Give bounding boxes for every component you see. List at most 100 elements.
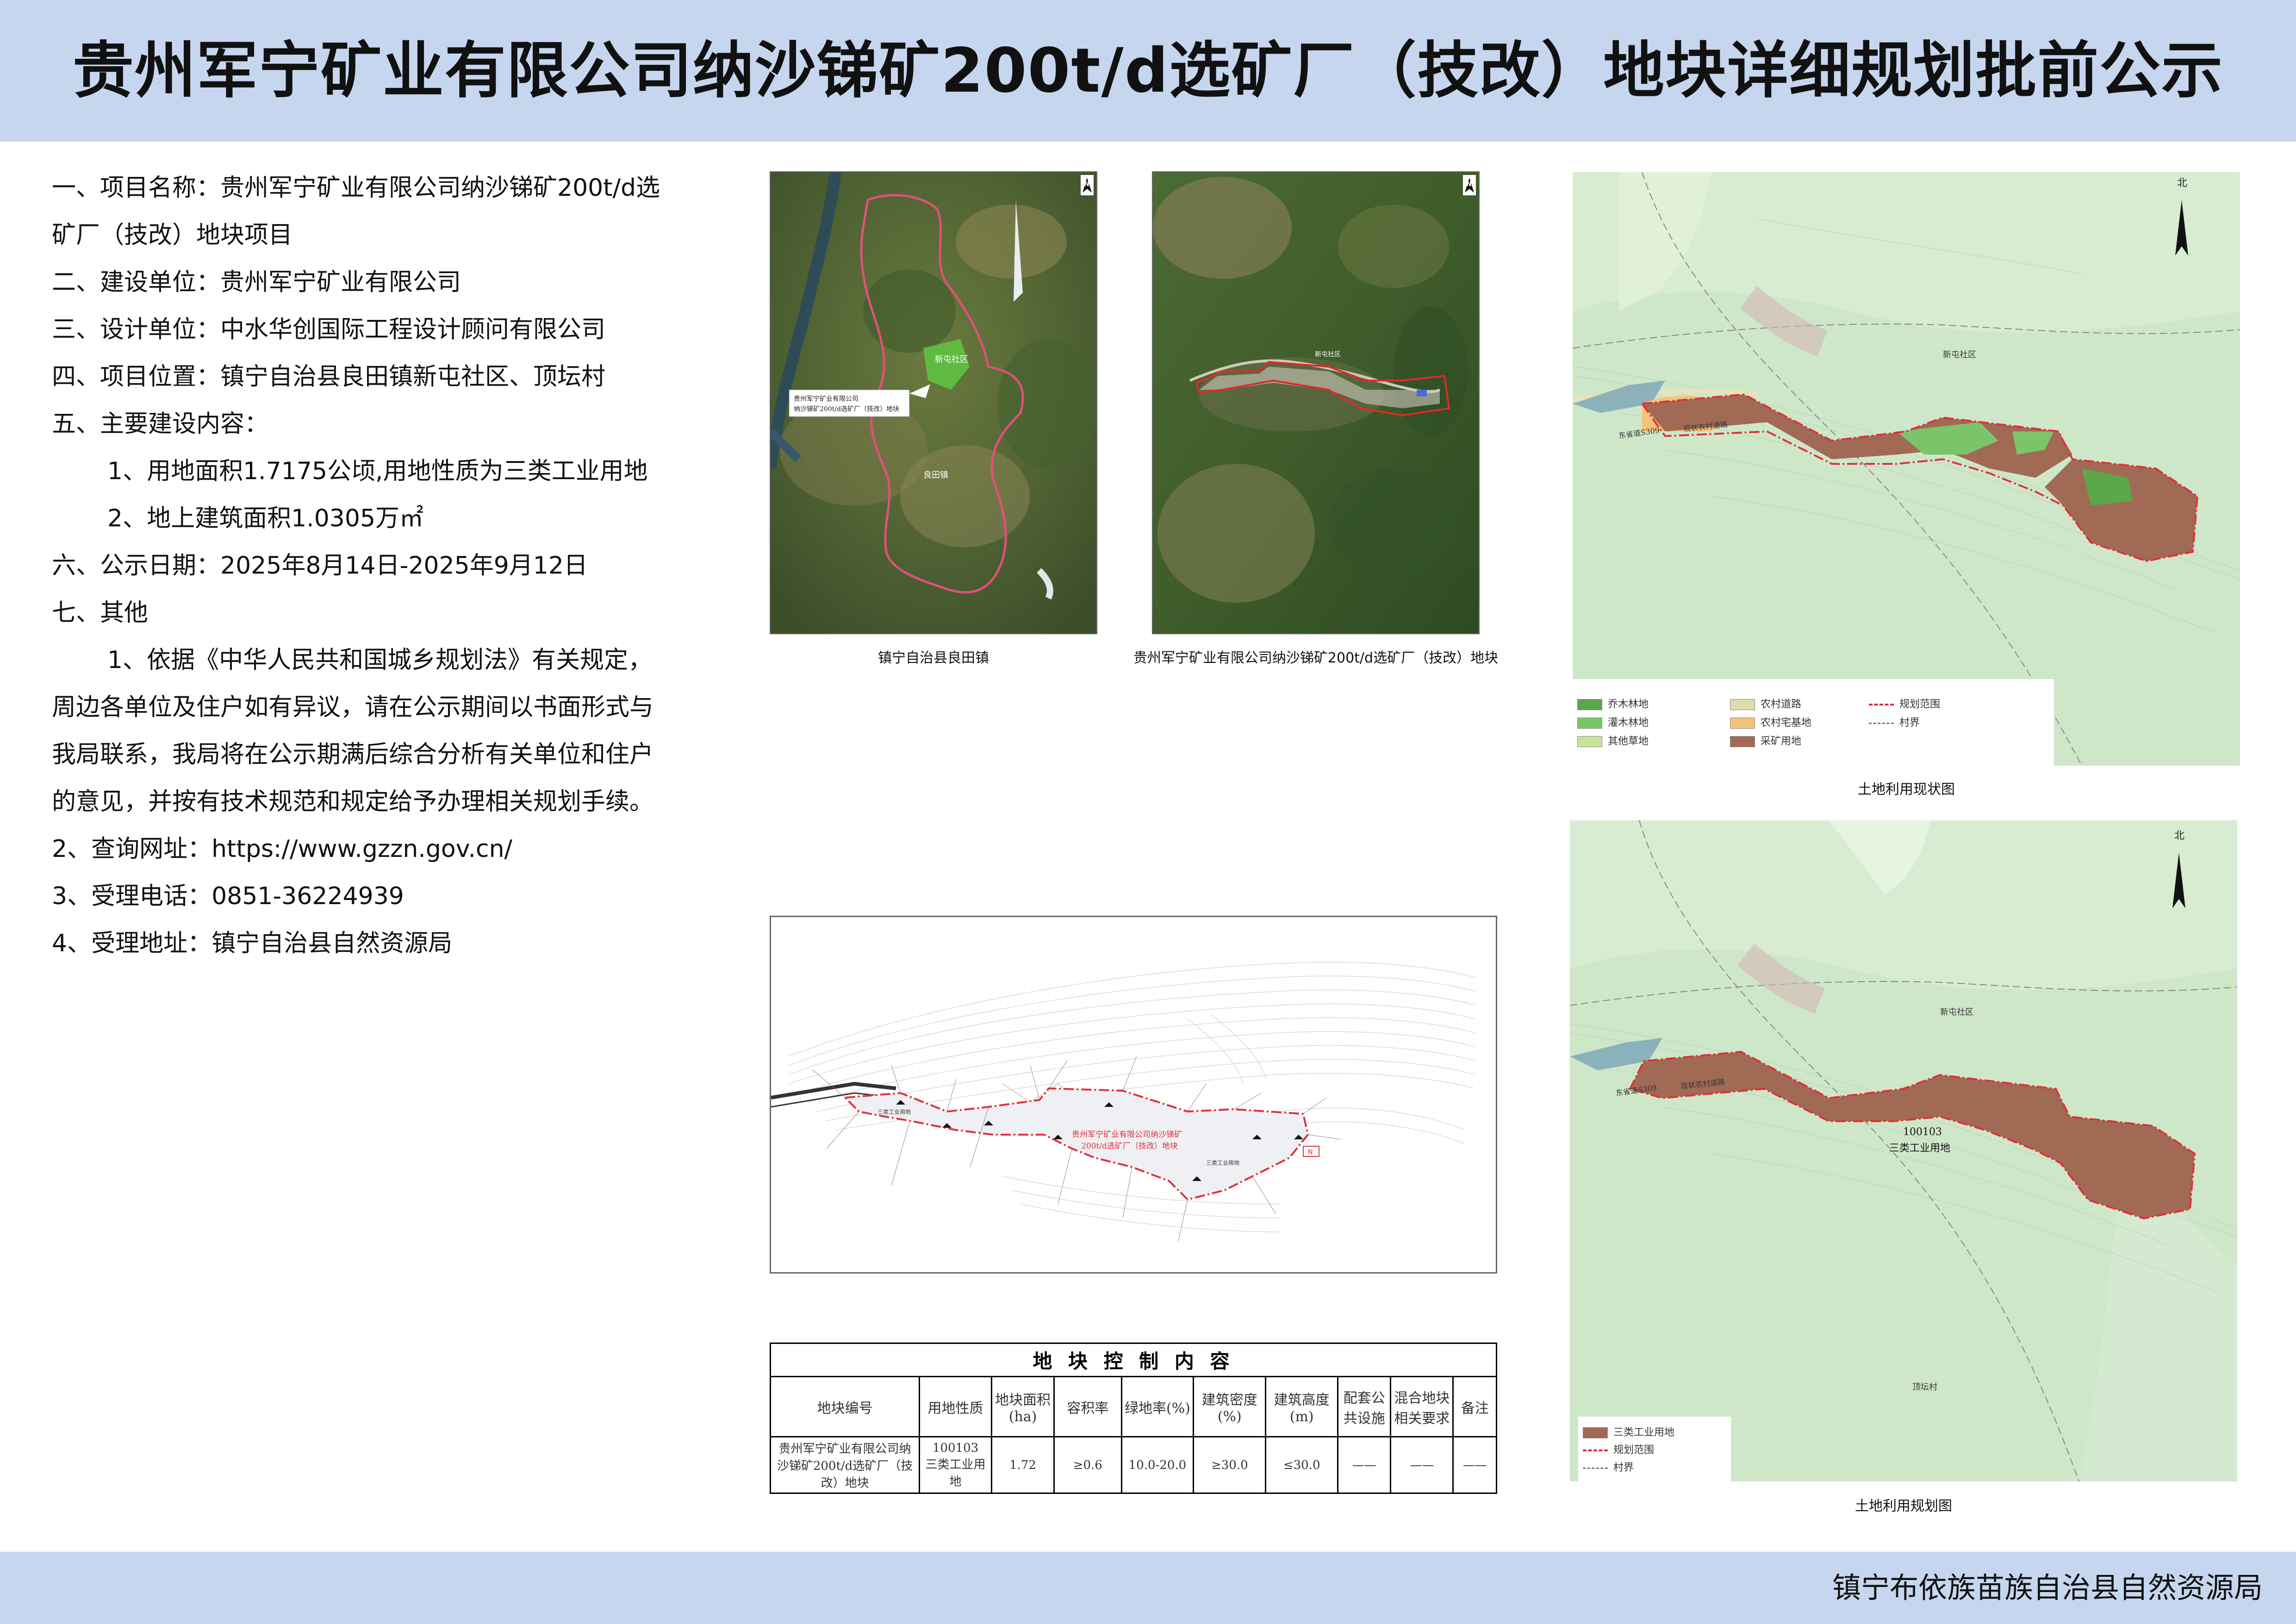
plan-plot-use: 三类工业用地 bbox=[1889, 1143, 1950, 1154]
plan-map-xintun: 新屯社区 bbox=[1940, 1007, 1973, 1017]
th-area: 地块面积(ha) bbox=[990, 1376, 1055, 1437]
other-heading: 七、其他 bbox=[52, 599, 149, 627]
legend-swatch bbox=[1583, 1449, 1608, 1451]
th-public: 配套公共设施 bbox=[1337, 1376, 1392, 1437]
project-name-cont: 矿厂（技改）地块项目 bbox=[52, 221, 293, 249]
legend-item: 村界 bbox=[1869, 716, 1920, 730]
sat1-label-liangtian: 良田镇 bbox=[923, 470, 948, 480]
plan-map-north-label: 北 bbox=[2174, 830, 2184, 842]
survey-north-icon: N bbox=[1308, 1149, 1313, 1156]
land-use-plan-map: 100103 三类工业用地 新屯社区 东省道S309 现状农村道路 顶坛村 北 bbox=[1570, 820, 2237, 1481]
objection-notice-4: 的意见，并按有技术规范和规定给予办理相关规划手续。 bbox=[52, 788, 654, 816]
legend-label: 农村宅基地 bbox=[1761, 717, 1812, 729]
legend-item: 农村宅基地 bbox=[1730, 716, 1811, 730]
legend-current: 乔木林地 灌木林地 其他草地 农村道路 农村宅基地 采矿用地 规划范围 村界 bbox=[1573, 679, 2054, 766]
cell-area: 1.72 bbox=[990, 1436, 1055, 1494]
satellite-map-site: 新屯社区 N bbox=[1152, 171, 1480, 634]
legend-label: 农村道路 bbox=[1761, 699, 1802, 710]
legend-swatch bbox=[1730, 718, 1755, 729]
sat1-callout-2: 纳沙锑矿200t/d选矿厂（技改）地块 bbox=[794, 406, 899, 413]
legend-swatch bbox=[1577, 736, 1602, 747]
query-url[interactable]: 2、查询网址：https://www.gzzn.gov.cn/ bbox=[52, 825, 737, 873]
table-title: 地 块 控 制 内 容 bbox=[770, 1343, 1497, 1377]
cell-note: —— bbox=[1452, 1436, 1497, 1494]
th-plot-id: 地块编号 bbox=[769, 1376, 921, 1437]
publicity-date: 六、公示日期：2025年8月14日-2025年9月12日 bbox=[52, 552, 588, 580]
legend-label: 规划范围 bbox=[1899, 699, 1941, 710]
issuing-authority: 镇宁布依族苗族自治县自然资源局 bbox=[1832, 1571, 2263, 1605]
cell-land-use: 100103 三类工业用地 bbox=[919, 1436, 992, 1494]
announcement-text: 一、项目名称：贵州军宁矿业有限公司纳沙锑矿200t/d选 矿厂（技改）地块项目 … bbox=[52, 164, 737, 967]
legend-label: 乔木林地 bbox=[1608, 699, 1649, 710]
cur-map-north-label: 北 bbox=[2177, 177, 2187, 189]
cur-map-xintun: 新屯社区 bbox=[1943, 350, 1976, 360]
legend-swatch bbox=[1583, 1467, 1608, 1469]
objection-notice-1: 1、依据《中华人民共和国城乡规划法》有关规定， bbox=[107, 646, 653, 674]
cell-density: ≥30.0 bbox=[1193, 1436, 1267, 1494]
cell-land-use-type: 三类工业用地 bbox=[925, 1457, 986, 1489]
satellite-map-town: 新屯社区 良田镇 贵州军宁矿业有限公司 纳沙锑矿200t/d选矿厂（技改）地块 … bbox=[770, 171, 1097, 634]
current-map-caption: 土地利用现状图 bbox=[1858, 781, 1955, 798]
th-green: 绿地率(%) bbox=[1120, 1376, 1195, 1437]
header-bar: 贵州军宁矿业有限公司纳沙锑矿200t/d选矿厂（技改）地块详细规划批前公示 bbox=[0, 0, 2296, 142]
cell-far: ≥0.6 bbox=[1053, 1436, 1122, 1494]
legend-label: 规划范围 bbox=[1613, 1444, 1655, 1456]
sat1-callout-1: 贵州军宁矿业有限公司 bbox=[794, 395, 859, 403]
land-use-current-map: 新屯社区 东省道S309 现状农村道路 北 bbox=[1573, 172, 2240, 766]
sat1-label-xintun: 新屯社区 bbox=[935, 355, 968, 364]
th-mixed: 混合地块相关要求 bbox=[1390, 1376, 1454, 1437]
legend-swatch bbox=[1577, 699, 1602, 710]
legend-item: 规划范围 bbox=[1869, 698, 1940, 712]
survey-plot-a: 三类工业用地 bbox=[877, 1109, 911, 1115]
cell-green: 10.0-20.0 bbox=[1120, 1436, 1195, 1494]
construction-unit: 二、建设单位：贵州军宁矿业有限公司 bbox=[52, 269, 461, 296]
legend-item: 乔木林地 bbox=[1577, 698, 1649, 712]
legend-item: 农村道路 bbox=[1730, 698, 1801, 712]
legend-item: 村界 bbox=[1583, 1461, 1634, 1475]
survey-label-2: 200t/d选矿厂（技改）地块 bbox=[1081, 1142, 1178, 1151]
project-location: 四、项目位置：镇宁自治县良田镇新屯社区、顶坛村 bbox=[52, 363, 606, 391]
legend-item: 采矿用地 bbox=[1730, 735, 1801, 749]
th-far: 容积率 bbox=[1053, 1376, 1122, 1437]
plot-control-table: 地 块 控 制 内 容 地块编号 用地性质 地块面积(ha) 容积率 绿地率(%… bbox=[769, 1343, 1497, 1494]
legend-label: 三类工业用地 bbox=[1613, 1427, 1675, 1438]
sat2-label-xintun: 新屯社区 bbox=[1315, 351, 1341, 358]
cell-public: —— bbox=[1337, 1436, 1392, 1494]
plan-map-dingtan: 顶坛村 bbox=[1912, 1382, 1937, 1392]
legend-item: 三类工业用地 bbox=[1583, 1426, 1674, 1440]
th-land-use: 用地性质 bbox=[919, 1376, 992, 1437]
legend-swatch bbox=[1730, 699, 1755, 710]
legend-label: 采矿用地 bbox=[1761, 736, 1802, 747]
th-density: 建筑密度(%) bbox=[1193, 1376, 1267, 1437]
legend-item: 规划范围 bbox=[1583, 1443, 1654, 1457]
page-title: 贵州军宁矿业有限公司纳沙锑矿200t/d选矿厂（技改）地块详细规划批前公示 bbox=[72, 35, 2224, 106]
footer-bar: 镇宁布依族苗族自治县自然资源局 bbox=[0, 1552, 2296, 1624]
cell-mixed: —— bbox=[1390, 1436, 1454, 1494]
cell-land-use-id: 100103 bbox=[932, 1441, 979, 1455]
legend-label: 灌木林地 bbox=[1608, 717, 1649, 729]
project-name: 一、项目名称：贵州军宁矿业有限公司纳沙锑矿200t/d选 bbox=[52, 174, 660, 202]
sat2-caption: 贵州军宁矿业有限公司纳沙锑矿200t/d选矿厂（技改）地块 bbox=[1133, 650, 1499, 666]
phone: 3、受理电话：0851-36224939 bbox=[52, 882, 404, 910]
legend-swatch bbox=[1583, 1427, 1608, 1438]
table-row: 贵州军宁矿业有限公司纳沙锑矿200t/d选矿厂（技改）地块 100103 三类工业… bbox=[769, 1436, 1497, 1494]
legend-swatch bbox=[1869, 704, 1894, 706]
legend-label: 其他草地 bbox=[1608, 736, 1649, 747]
survey-label-1: 贵州军宁矿业有限公司纳沙锑矿 bbox=[1072, 1130, 1182, 1139]
north-arrow-icon-2: N bbox=[1466, 181, 1472, 188]
plan-map-caption: 土地利用规划图 bbox=[1855, 1498, 1952, 1514]
th-note: 备注 bbox=[1452, 1376, 1497, 1437]
legend-item: 灌木林地 bbox=[1577, 716, 1649, 730]
design-unit: 三、设计单位：中水华创国际工程设计顾问有限公司 bbox=[52, 316, 606, 344]
legend-swatch bbox=[1730, 736, 1755, 747]
legend-swatch bbox=[1869, 722, 1894, 724]
th-height: 建筑高度(m) bbox=[1265, 1376, 1339, 1437]
plan-plot-id: 100103 bbox=[1903, 1126, 1942, 1138]
objection-notice-2: 周边各单位及住户如有异议，请在公示期间以书面形式与 bbox=[52, 693, 654, 721]
survey-plot-b: 三类工业用地 bbox=[1206, 1160, 1239, 1166]
legend-plan: 三类工业用地 规划范围 村界 bbox=[1578, 1417, 1731, 1481]
north-arrow-icon: N bbox=[1084, 181, 1089, 188]
construction-content: 五、主要建设内容： bbox=[52, 410, 269, 438]
cell-height: ≤30.0 bbox=[1265, 1436, 1339, 1494]
cell-plot-name: 贵州军宁矿业有限公司纳沙锑矿200t/d选矿厂（技改）地块 bbox=[769, 1436, 921, 1494]
